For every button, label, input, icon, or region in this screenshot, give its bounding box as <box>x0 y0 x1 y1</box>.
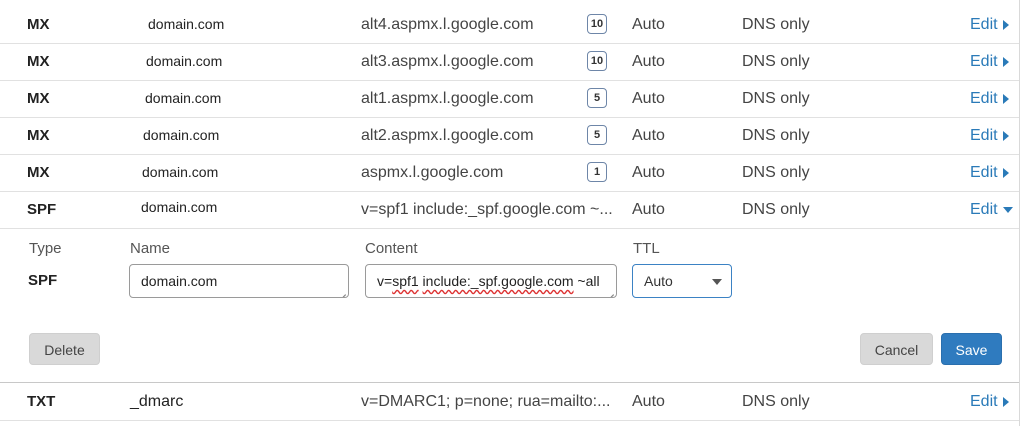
caret-right-icon <box>1002 19 1009 30</box>
caret-right-icon <box>1002 56 1009 67</box>
record-content: alt3.aspmx.l.google.com <box>361 53 534 70</box>
edit-label: Edit <box>970 90 998 107</box>
edit-label: Edit <box>970 16 998 33</box>
record-content: v=spf1 include:_spf.google.com ~... <box>361 201 613 218</box>
spellcheck-word: spf1 <box>392 273 419 289</box>
table-row: MX domain.com alt3.aspmx.l.google.com 10… <box>0 43 1019 81</box>
ttl-selected-value: Auto <box>644 273 673 289</box>
name-field-value: domain.com <box>141 273 218 289</box>
caret-right-icon <box>1002 93 1009 104</box>
record-type: MX <box>27 90 50 107</box>
record-type: MX <box>27 127 50 144</box>
record-type: MX <box>27 164 50 181</box>
record-ttl: Auto <box>632 90 665 107</box>
record-edit-panel: Type Name Content TTL SPF domain.com v=s… <box>0 228 1019 383</box>
name-label: Name <box>130 240 171 257</box>
delete-button[interactable]: Delete <box>29 333 100 365</box>
record-ttl: Auto <box>632 393 665 410</box>
record-type: MX <box>27 16 50 33</box>
priority-badge: 10 <box>587 14 607 34</box>
ttl-label: TTL <box>633 240 660 257</box>
edit-link[interactable]: Edit <box>970 117 1009 154</box>
record-proxy-status: DNS only <box>742 201 810 218</box>
record-content: alt4.aspmx.l.google.com <box>361 16 534 33</box>
table-row: MX domain.com alt2.aspmx.l.google.com 5 … <box>0 117 1019 155</box>
record-proxy-status: DNS only <box>742 393 810 410</box>
record-type: SPF <box>27 201 57 218</box>
edit-label: Edit <box>970 201 998 218</box>
edit-link[interactable]: Edit <box>970 383 1009 420</box>
priority-badge: 1 <box>587 162 607 182</box>
content-prefix: v= <box>377 273 393 289</box>
caret-right-icon <box>1002 167 1009 178</box>
record-content: v=DMARC1; p=none; rua=mailto:... <box>361 393 611 410</box>
record-ttl: Auto <box>632 53 665 70</box>
record-type-value: SPF <box>28 272 58 289</box>
record-proxy-status: DNS only <box>742 16 810 33</box>
resize-handle-icon[interactable] <box>338 287 346 295</box>
edit-link[interactable]: Edit <box>970 154 1009 191</box>
edit-link[interactable]: Edit <box>970 6 1009 43</box>
edit-link[interactable]: Edit <box>970 191 1013 228</box>
record-proxy-status: DNS only <box>742 53 810 70</box>
ttl-select[interactable]: Auto <box>632 264 732 298</box>
edit-link[interactable]: Edit <box>970 43 1009 80</box>
edit-link[interactable]: Edit <box>970 80 1009 117</box>
table-row: MX domain.com aspmx.l.google.com 1 Auto … <box>0 154 1019 192</box>
table-row: MX domain.com alt1.aspmx.l.google.com 5 … <box>0 80 1019 118</box>
content-suffix: ~all <box>573 273 600 289</box>
type-label: Type <box>29 240 62 257</box>
record-ttl: Auto <box>632 127 665 144</box>
record-type: TXT <box>27 393 56 410</box>
record-name: domain.com <box>148 16 225 32</box>
record-name: domain.com <box>142 164 219 180</box>
caret-right-icon <box>1002 130 1009 141</box>
edit-label: Edit <box>970 127 998 144</box>
record-ttl: Auto <box>632 164 665 181</box>
priority-badge: 10 <box>587 51 607 71</box>
record-name: _dmarc <box>130 393 184 410</box>
table-row-expanded: SPF domain.com v=spf1 include:_spf.googl… <box>0 191 1019 229</box>
record-ttl: Auto <box>632 201 665 218</box>
content-label: Content <box>365 240 418 257</box>
record-name: domain.com <box>146 53 223 69</box>
resize-handle-icon[interactable] <box>606 287 614 295</box>
spellcheck-word: include:_spf.google.com <box>422 273 574 289</box>
record-content: alt2.aspmx.l.google.com <box>361 127 534 144</box>
record-content: alt1.aspmx.l.google.com <box>361 90 534 107</box>
save-button[interactable]: Save <box>941 333 1002 365</box>
cancel-button[interactable]: Cancel <box>860 333 933 365</box>
record-proxy-status: DNS only <box>742 127 810 144</box>
edit-label: Edit <box>970 164 998 181</box>
caret-down-icon <box>1002 206 1013 213</box>
record-type: MX <box>27 53 50 70</box>
record-name: domain.com <box>145 90 222 106</box>
priority-badge: 5 <box>587 125 607 145</box>
record-name: domain.com <box>143 127 220 143</box>
chevron-down-icon <box>712 279 722 285</box>
priority-badge: 5 <box>587 88 607 108</box>
record-ttl: Auto <box>632 16 665 33</box>
caret-right-icon <box>1002 396 1009 407</box>
content-field[interactable]: v=spf1 include:_spf.google.com ~all <box>365 264 617 298</box>
table-row: TXT _dmarc v=DMARC1; p=none; rua=mailto:… <box>0 383 1019 421</box>
table-right-border <box>1019 0 1020 426</box>
record-name: domain.com <box>141 199 218 215</box>
record-content: aspmx.l.google.com <box>361 164 504 181</box>
name-field[interactable]: domain.com <box>129 264 349 298</box>
record-proxy-status: DNS only <box>742 90 810 107</box>
record-proxy-status: DNS only <box>742 164 810 181</box>
edit-label: Edit <box>970 53 998 70</box>
table-row: MX domain.com alt4.aspmx.l.google.com 10… <box>0 6 1019 44</box>
edit-label: Edit <box>970 393 998 410</box>
